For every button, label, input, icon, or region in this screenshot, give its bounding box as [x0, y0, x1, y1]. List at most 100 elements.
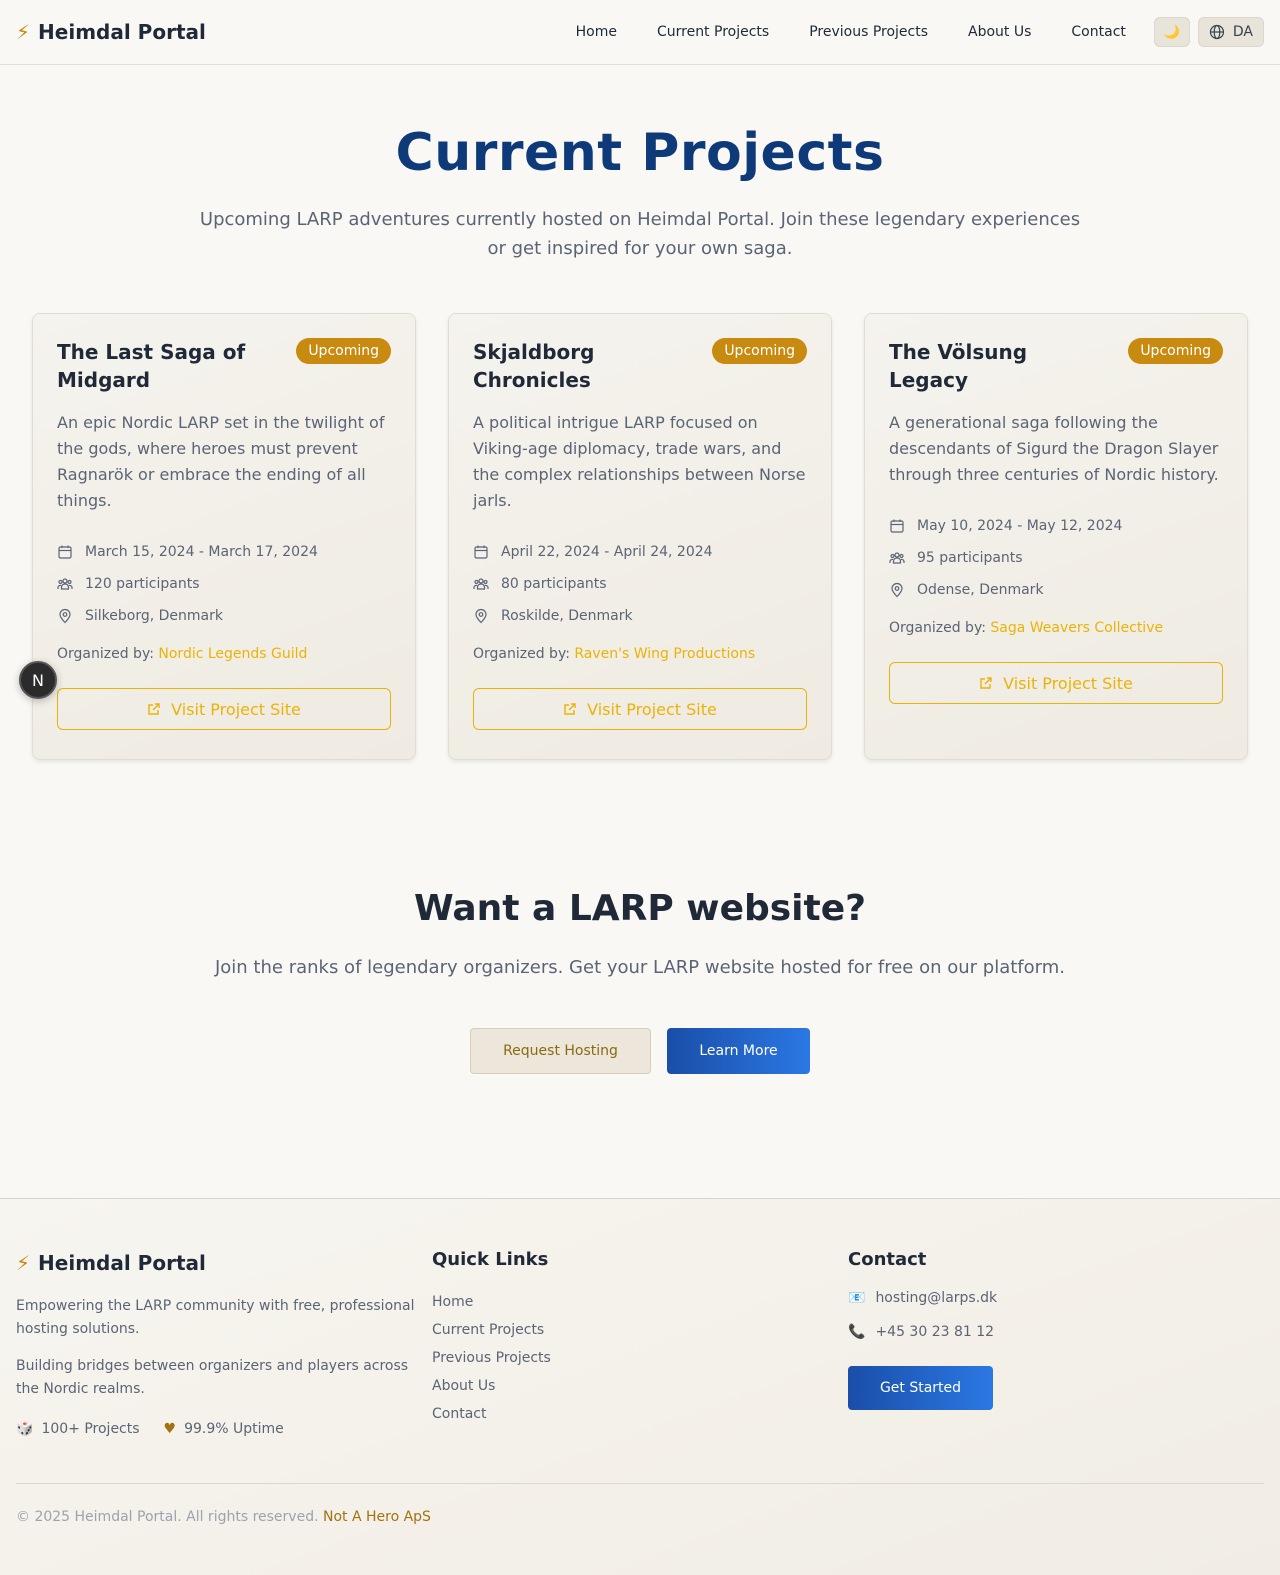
email-icon: 📧: [848, 1290, 866, 1306]
contact-email[interactable]: 📧 hosting@larps.dk: [848, 1290, 1264, 1306]
quick-links-title: Quick Links: [432, 1249, 549, 1270]
map-pin-icon: [891, 582, 903, 598]
stat-projects-label: 100+ Projects: [41, 1421, 140, 1437]
users-icon: [889, 552, 905, 564]
hero-section: Current Projects Upcoming LARP adventure…: [0, 65, 1280, 263]
n-badge-label: N: [32, 670, 44, 690]
visit-project-button[interactable]: Visit Project Site: [889, 662, 1223, 704]
organizer-line: Organized by: Saga Weavers Collective: [889, 620, 1223, 636]
nav-home[interactable]: Home: [556, 24, 637, 40]
footer-link-about-us[interactable]: About Us: [432, 1372, 848, 1400]
footer-description: Empowering the LARP community with free,…: [16, 1298, 415, 1337]
visit-project-button[interactable]: Visit Project Site: [57, 688, 391, 730]
stat-uptime: ♥ 99.9% Uptime: [164, 1421, 284, 1437]
calendar-icon: [58, 545, 72, 559]
phone-number: +45 30 23 81 12: [875, 1324, 995, 1340]
project-title: Skjaldborg Chronicles: [473, 340, 595, 392]
project-title: The Völsung Legacy: [889, 340, 1028, 392]
organized-by-label: Organized by:: [57, 646, 154, 662]
project-participants: 95 participants: [917, 550, 1023, 566]
footer-bottom: © 2025 Heimdal Portal. All rights reserv…: [16, 1483, 1264, 1525]
request-hosting-button[interactable]: Request Hosting: [470, 1028, 651, 1074]
site-header: ⚡ Heimdal Portal Home Current Projects P…: [0, 0, 1280, 65]
project-description: A political intrigue LARP focused on Vik…: [473, 413, 806, 510]
cta-section: Want a LARP website? Join the ranks of l…: [0, 888, 1280, 1074]
footer-contact: Contact 📧 hosting@larps.dk 📞 +45 30 23 8…: [848, 1249, 1264, 1437]
visit-label: Visit Project Site: [171, 699, 301, 719]
page-title: Current Projects: [395, 123, 885, 183]
cta-title: Want a LARP website?: [413, 888, 867, 929]
users-icon: [473, 578, 489, 590]
project-title: The Last Saga of Midgard: [57, 340, 246, 392]
external-link-icon: [564, 703, 576, 715]
footer-link-contact[interactable]: Contact: [432, 1400, 848, 1428]
calendar-icon: [890, 519, 904, 533]
dice-icon: 🎲: [16, 1421, 34, 1437]
brand-logo[interactable]: ⚡ Heimdal Portal: [16, 20, 206, 44]
contact-title: Contact: [848, 1249, 927, 1270]
project-card: Skjaldborg Chronicles Upcoming A politic…: [448, 313, 832, 760]
project-location: Odense, Denmark: [917, 582, 1044, 598]
learn-more-button[interactable]: Learn More: [667, 1028, 810, 1074]
footer-stats: 🎲 100+ Projects ♥ 99.9% Uptime: [16, 1421, 432, 1437]
footer-about: ⚡ Heimdal Portal Empowering the LARP com…: [16, 1249, 432, 1437]
lightning-icon: ⚡: [16, 20, 31, 44]
theme-toggle-button[interactable]: 🌙: [1153, 17, 1190, 47]
visit-project-button[interactable]: Visit Project Site: [473, 688, 807, 730]
globe-icon: [1209, 24, 1224, 40]
nextjs-dev-badge[interactable]: N: [19, 661, 57, 699]
project-description: A generational saga following the descen…: [889, 413, 1219, 484]
organizer-link[interactable]: Raven's Wing Productions: [574, 646, 755, 662]
footer-description: Building bridges between organizers and …: [16, 1358, 409, 1397]
status-badge: Upcoming: [712, 338, 807, 364]
cta-subtitle: Join the ranks of legendary organizers. …: [214, 957, 1065, 978]
email-address: hosting@larps.dk: [875, 1290, 998, 1306]
stat-projects: 🎲 100+ Projects: [16, 1421, 140, 1437]
calendar-icon: [474, 545, 488, 559]
nav-current-projects[interactable]: Current Projects: [637, 24, 789, 40]
company-link[interactable]: Not A Hero ApS: [323, 1509, 431, 1525]
stat-uptime-label: 99.9% Uptime: [184, 1421, 284, 1437]
language-label: DA: [1232, 24, 1253, 40]
phone-icon: 📞: [848, 1324, 866, 1340]
footer-link-home[interactable]: Home: [432, 1288, 848, 1316]
copyright-text: © 2025 Heimdal Portal. All rights reserv…: [16, 1509, 319, 1525]
main-nav: Home Current Projects Previous Projects …: [556, 17, 1264, 47]
visit-label: Visit Project Site: [1003, 673, 1133, 693]
external-link-icon: [980, 677, 992, 689]
nav-previous-projects[interactable]: Previous Projects: [789, 24, 948, 40]
organizer-link[interactable]: Saga Weavers Collective: [990, 620, 1163, 636]
project-card: The Völsung Legacy Upcoming A generation…: [864, 313, 1248, 760]
users-icon: [57, 578, 73, 590]
status-badge: Upcoming: [296, 338, 391, 364]
language-switch-button[interactable]: DA: [1197, 17, 1264, 47]
project-card: The Last Saga of Midgard Upcoming An epi…: [32, 313, 416, 760]
nav-contact[interactable]: Contact: [1051, 24, 1145, 40]
footer-brand-name: Heimdal Portal: [38, 1251, 206, 1275]
organizer-line: Organized by: Nordic Legends Guild: [57, 646, 391, 662]
map-pin-icon: [475, 608, 487, 624]
project-participants: 80 participants: [501, 576, 607, 592]
project-location: Roskilde, Denmark: [501, 608, 633, 624]
map-pin-icon: [59, 608, 71, 624]
organized-by-label: Organized by:: [473, 646, 570, 662]
status-badge: Upcoming: [1128, 338, 1223, 364]
organized-by-label: Organized by:: [889, 620, 986, 636]
footer-link-current-projects[interactable]: Current Projects: [432, 1316, 848, 1344]
moon-icon: 🌙: [1163, 24, 1180, 40]
footer-link-previous-projects[interactable]: Previous Projects: [432, 1344, 848, 1372]
project-dates: March 15, 2024 - March 17, 2024: [85, 544, 318, 560]
project-dates: May 10, 2024 - May 12, 2024: [917, 518, 1123, 534]
contact-phone[interactable]: 📞 +45 30 23 81 12: [848, 1324, 1264, 1340]
footer-quick-links: Quick Links Home Current Projects Previo…: [432, 1249, 848, 1437]
heart-icon: ♥: [163, 1421, 177, 1437]
project-cards: The Last Saga of Midgard Upcoming An epi…: [0, 313, 1280, 760]
nav-about-us[interactable]: About Us: [948, 24, 1051, 40]
project-description: An epic Nordic LARP set in the twilight …: [57, 413, 385, 510]
get-started-button[interactable]: Get Started: [848, 1366, 993, 1410]
site-footer: ⚡ Heimdal Portal Empowering the LARP com…: [0, 1198, 1280, 1575]
project-location: Silkeborg, Denmark: [85, 608, 223, 624]
organizer-link[interactable]: Nordic Legends Guild: [158, 646, 307, 662]
external-link-icon: [148, 703, 160, 715]
footer-brand[interactable]: ⚡ Heimdal Portal: [16, 1251, 432, 1275]
